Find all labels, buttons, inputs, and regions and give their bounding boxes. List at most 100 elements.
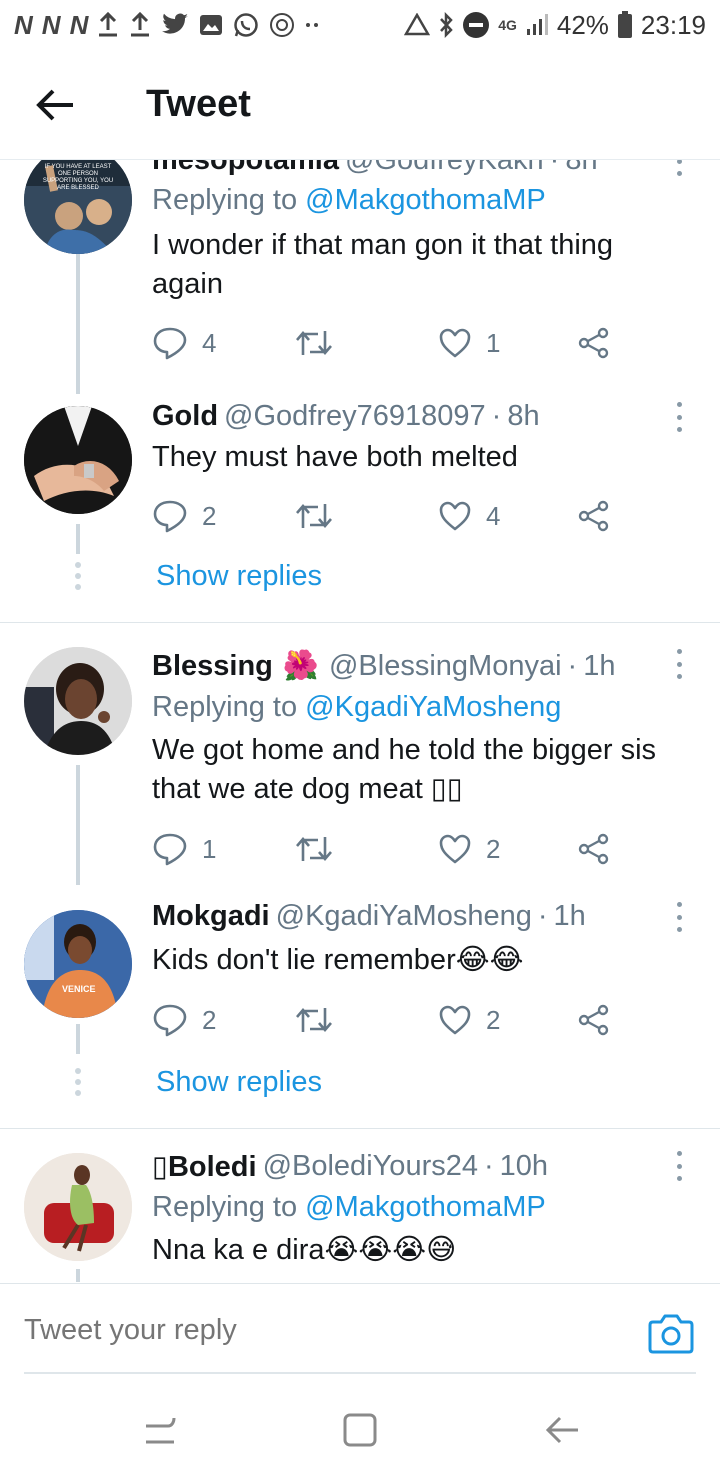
retweet-icon [296, 1008, 332, 1032]
avatar-caption: VENICE [62, 984, 96, 994]
like-button[interactable]: 2 [438, 829, 500, 869]
dnd-icon [462, 11, 490, 39]
display-name[interactable]: Blessing [152, 650, 273, 683]
home-button[interactable] [340, 1410, 380, 1450]
thread-line [76, 765, 80, 885]
separator: · [483, 1150, 494, 1182]
avatar[interactable]: VENICE [24, 910, 132, 1018]
more-options-button[interactable] [672, 649, 686, 679]
replying-to: Replying to @MakgothomaMP [152, 184, 546, 217]
replying-to-label: Replying to [152, 184, 298, 216]
upload-icon [97, 12, 119, 38]
display-name[interactable]: Gold [152, 400, 218, 433]
tweet[interactable]: VENICE Mokgadi @KgadiYaMosheng · 1h Kids… [0, 896, 720, 1128]
like-count: 2 [486, 1004, 501, 1035]
carrier-indicator: N [69, 9, 89, 40]
battery-percent: 42% [556, 9, 609, 40]
tweet-actions: 2 4 [152, 496, 632, 536]
more-options-button[interactable] [672, 160, 686, 176]
replying-to-label: Replying to [152, 691, 298, 723]
timestamp: 8h [507, 400, 540, 432]
mention-link[interactable]: @MakgothomaMP [305, 184, 546, 216]
tweet[interactable]: Blessing 🌺 @BlessingMonyai · 1h Replying… [0, 623, 720, 885]
retweet-button[interactable] [294, 829, 348, 869]
retweet-button[interactable] [294, 1000, 348, 1040]
user-handle[interactable]: @Godfrey76918097 [224, 400, 486, 433]
retweet-button[interactable] [294, 323, 348, 363]
tweet-text: We got home and he told the bigger sis t… [152, 734, 657, 805]
thread-line [76, 524, 80, 554]
more-options-button[interactable] [672, 1151, 686, 1181]
tweet[interactable]: IF YOU HAVE AT LEAST ONE PERSON SUPPORTI… [0, 160, 720, 394]
back-button[interactable] [0, 50, 110, 160]
gallery-icon [199, 14, 223, 36]
camera-icon [648, 1314, 694, 1354]
recents-button[interactable] [140, 1410, 180, 1450]
recents-icon [146, 1417, 176, 1444]
reply-count: 1 [202, 833, 217, 864]
back-arrow-icon [36, 89, 73, 120]
timestamp: 1h [583, 649, 616, 682]
carrier-indicator: N [41, 9, 61, 40]
user-handle[interactable]: @KgadiYaMosheng [276, 900, 532, 933]
reply-button[interactable]: 4 [152, 323, 216, 363]
tweet-header: ▯Boledi @BolediYours24 · 10h [152, 1149, 548, 1184]
avatar[interactable] [24, 406, 132, 514]
avatar[interactable]: IF YOU HAVE AT LEAST ONE PERSON SUPPORTI… [24, 160, 132, 254]
reply-feed[interactable]: IF YOU HAVE AT LEAST ONE PERSON SUPPORTI… [0, 160, 720, 1282]
camera-button[interactable] [648, 1312, 694, 1354]
tweet[interactable]: Gold @Godfrey76918097 · 8h They must hav… [0, 390, 720, 620]
avatar[interactable] [24, 647, 132, 755]
reply-icon [153, 327, 187, 360]
timestamp: 10h [499, 1150, 549, 1182]
show-replies-link[interactable]: Show replies [156, 1066, 322, 1099]
separator: · [537, 900, 548, 932]
reply-button[interactable]: 2 [152, 496, 216, 536]
tweet[interactable]: ▯Boledi @BolediYours24 · 10h Replying to… [0, 1129, 720, 1282]
reply-button[interactable]: 1 [152, 829, 216, 869]
thread-line [76, 1269, 80, 1282]
display-name[interactable]: mesopotamia [152, 160, 339, 177]
like-button[interactable]: 4 [438, 496, 500, 536]
system-nav-bar [0, 1380, 720, 1480]
separator: · [491, 400, 502, 432]
like-count: 2 [486, 833, 501, 864]
reply-input[interactable] [24, 1314, 584, 1347]
input-underline [24, 1372, 696, 1374]
page-title: Tweet [146, 83, 251, 125]
back-nav-button[interactable] [542, 1410, 582, 1450]
mention-link[interactable]: @MakgothomaMP [305, 1191, 546, 1223]
mention-link[interactable]: @KgadiYaMosheng [305, 691, 561, 723]
tweet-actions: 4 1 [152, 323, 632, 363]
share-button[interactable] [578, 496, 610, 536]
display-name[interactable]: ▯Boledi [152, 1149, 257, 1184]
user-handle[interactable]: @GodfreyKakh [345, 160, 544, 177]
retweet-button[interactable] [294, 496, 348, 536]
display-name[interactable]: Mokgadi [152, 900, 270, 933]
show-replies-link[interactable]: Show replies [156, 560, 322, 593]
more-options-button[interactable] [672, 902, 686, 932]
timestamp: 8h [565, 160, 598, 176]
avatar-caption: IF YOU HAVE AT LEAST ONE PERSON SUPPORTI… [42, 164, 114, 191]
user-handle[interactable]: @BlessingMonyai [329, 650, 562, 683]
tweet-actions: 1 2 [152, 829, 632, 869]
more-options-button[interactable] [672, 402, 686, 432]
recycle-icon [404, 13, 431, 37]
user-handle[interactable]: @BolediYours24 [263, 1150, 478, 1183]
heart-icon [439, 501, 471, 531]
replying-to: Replying to @MakgothomaMP [152, 1191, 546, 1224]
upload-icon [129, 12, 151, 38]
timestamp: 1h [553, 900, 586, 932]
tweet-actions: 2 2 [152, 1000, 632, 1040]
heart-icon [439, 328, 471, 358]
replying-to: Replying to @KgadiYaMosheng [152, 691, 561, 724]
share-button[interactable] [578, 829, 610, 869]
tweet-header: Mokgadi @KgadiYaMosheng · 1h [152, 900, 586, 933]
share-button[interactable] [578, 323, 610, 363]
like-button[interactable]: 1 [438, 323, 500, 363]
twitter-icon [161, 13, 189, 37]
share-button[interactable] [578, 1000, 610, 1040]
like-button[interactable]: 2 [438, 1000, 500, 1040]
reply-button[interactable]: 2 [152, 1000, 216, 1040]
avatar[interactable] [24, 1153, 132, 1261]
